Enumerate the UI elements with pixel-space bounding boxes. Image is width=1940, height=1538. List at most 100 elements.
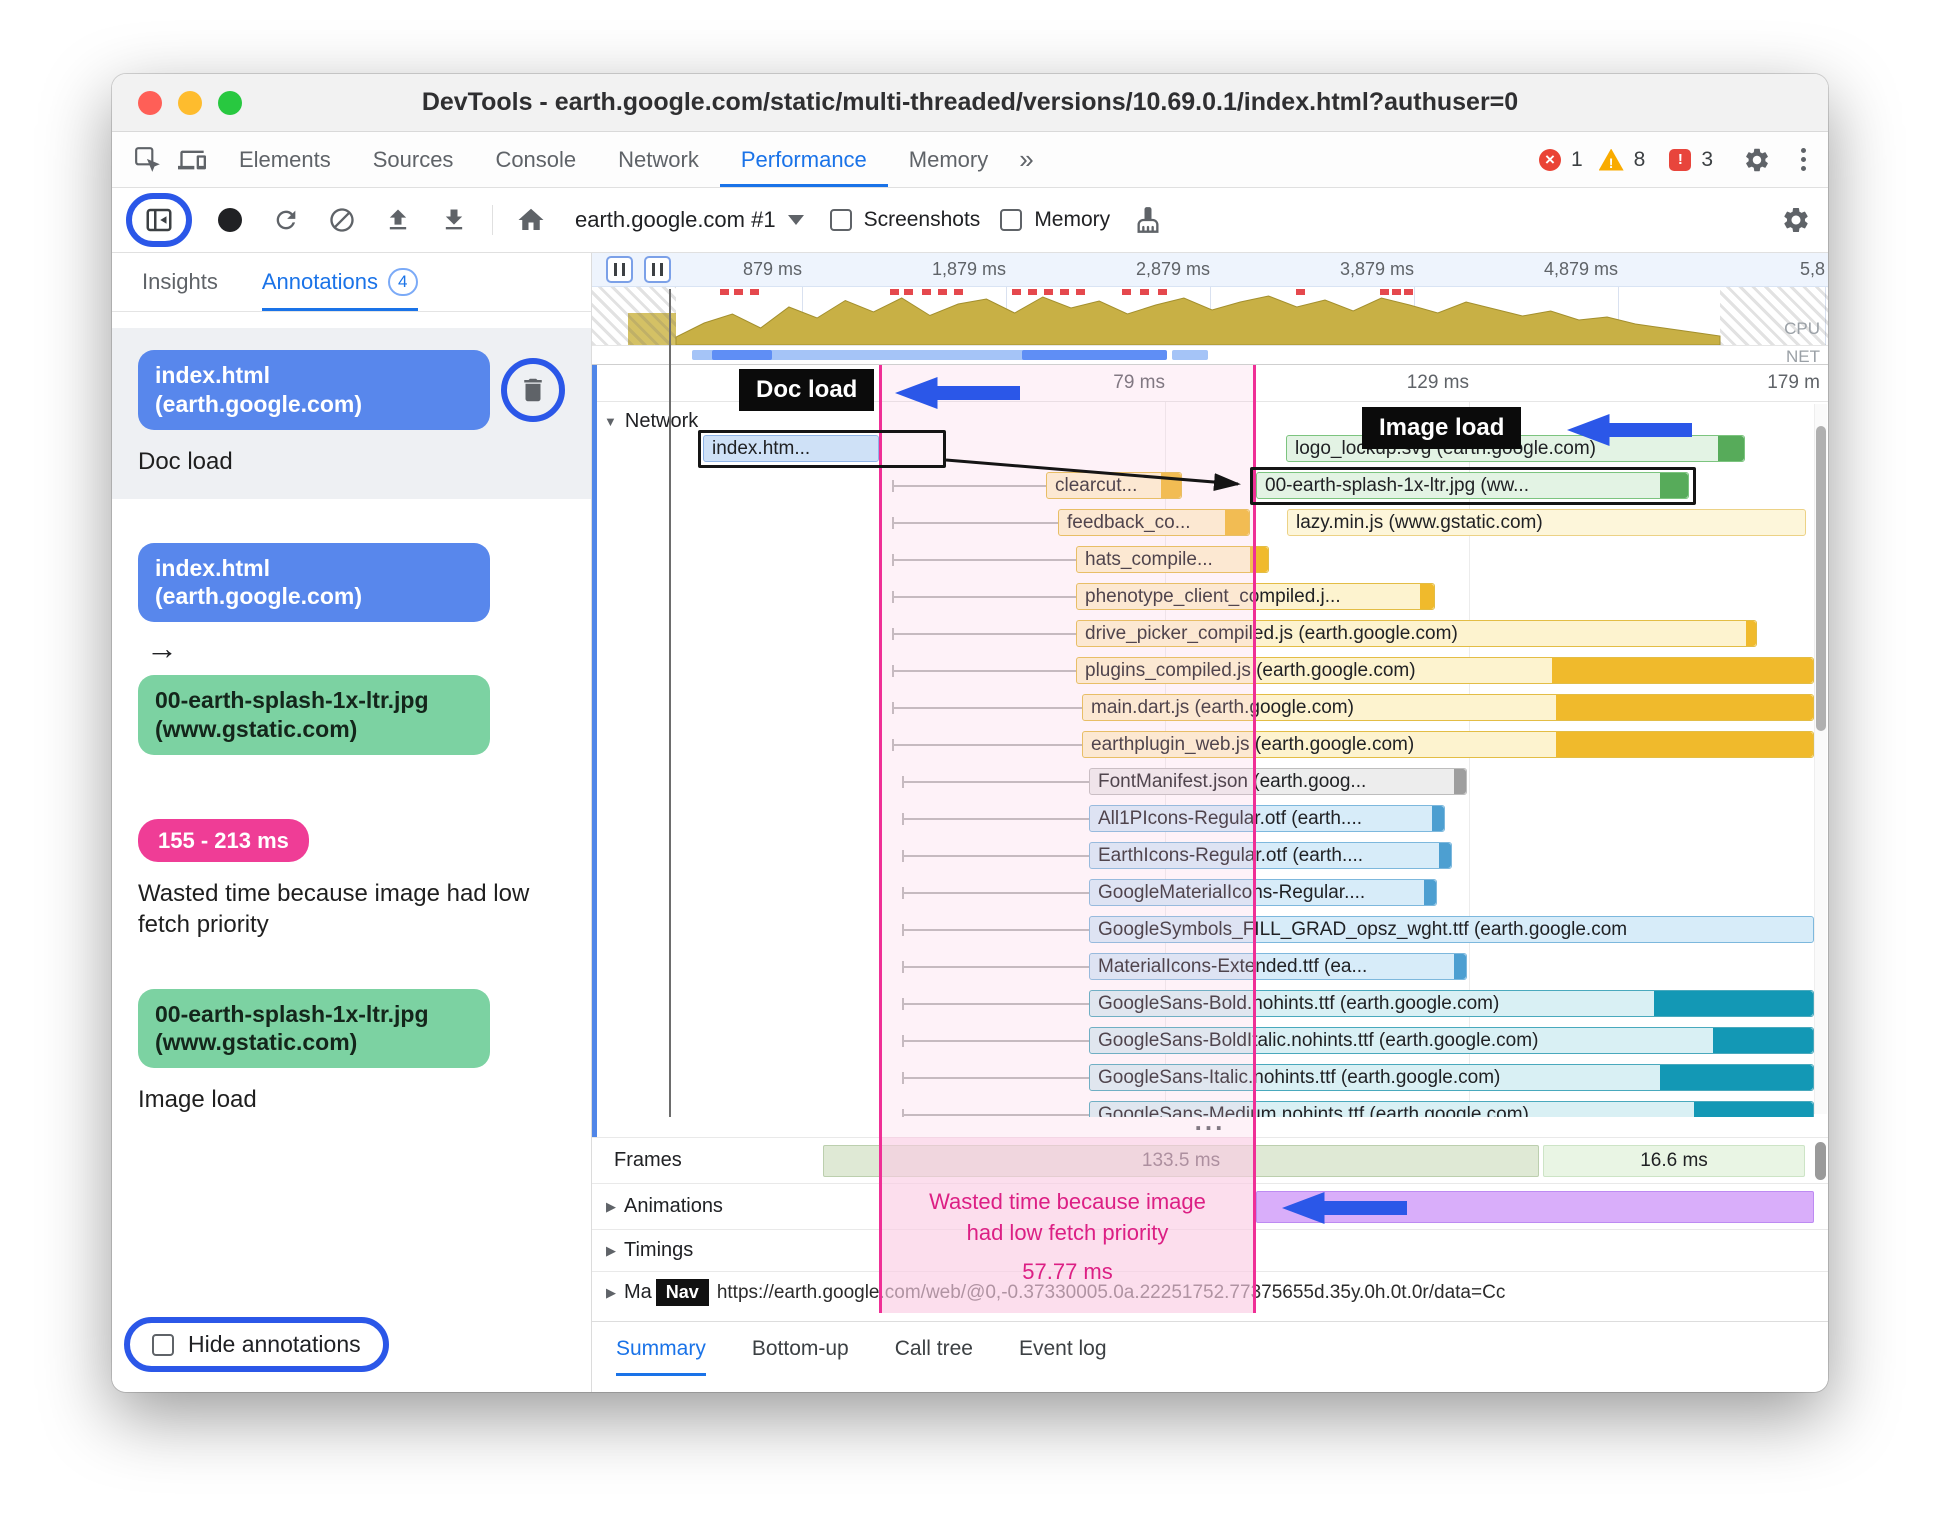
request-active-segment — [1420, 584, 1434, 609]
network-request-bar[interactable]: feedback_co... — [1058, 509, 1250, 536]
tab-performance[interactable]: Performance — [720, 132, 888, 187]
scrollbar-thumb[interactable] — [1816, 426, 1826, 731]
network-request-bar[interactable]: plugins_compiled.js (earth.google.com) — [1076, 657, 1814, 684]
sidebar-tabs: Insights Annotations 4 — [112, 253, 591, 312]
tab-sources[interactable]: Sources — [352, 132, 475, 187]
annotation-entry-time-range[interactable]: 155 - 213 ms Wasted time because image h… — [112, 818, 591, 941]
settings-gear-icon[interactable] — [1743, 146, 1771, 174]
frame-bar[interactable]: 133.5 ms — [823, 1145, 1539, 1177]
annotation-entry-link[interactable]: index.html (earth.google.com) → 00-earth… — [112, 542, 591, 755]
frame-bar[interactable]: 16.6 ms — [1543, 1145, 1805, 1177]
network-request-bar[interactable]: MaterialIcons-Extended.ttf (ea... — [1089, 953, 1467, 980]
timings-track-label: Timings — [624, 1239, 694, 1261]
bottom-tab-summary[interactable]: Summary — [616, 1322, 706, 1376]
annotation-pill-index-html[interactable]: index.html (earth.google.com) — [138, 350, 490, 430]
inspect-element-icon[interactable] — [130, 142, 166, 178]
network-request-bar[interactable]: GoogleSans-Bold.nohints.ttf (earth.googl… — [1089, 990, 1814, 1017]
frames-track-label: Frames — [614, 1149, 682, 1171]
tab-annotations[interactable]: Annotations 4 — [262, 253, 418, 311]
annotation-pill-splash-image[interactable]: 00-earth-splash-1x-ltr.jpg (www.gstatic.… — [138, 675, 490, 755]
record-icon — [218, 208, 242, 232]
request-whisker — [892, 739, 1082, 751]
reload-and-record-button[interactable] — [268, 202, 304, 238]
annotation-entry-doc-load[interactable]: index.html (earth.google.com) Doc load — [112, 328, 591, 499]
device-toolbar-icon[interactable] — [174, 142, 210, 178]
annotation-pill-index-html[interactable]: index.html (earth.google.com) — [138, 542, 490, 623]
hide-annotations-row: Hide annotations — [112, 1317, 591, 1372]
bottom-tab-bottom-up[interactable]: Bottom-up — [752, 1322, 849, 1376]
annotation-pill-splash-image[interactable]: 00-earth-splash-1x-ltr.jpg (www.gstatic.… — [138, 988, 490, 1069]
request-active-segment — [1225, 510, 1249, 535]
network-request-bar[interactable]: All1PIcons-Regular.otf (earth.... — [1089, 805, 1445, 832]
timeline-overview[interactable]: 879 ms 1,879 ms 2,879 ms 3,879 ms 4,879 ms 5,… — [592, 253, 1828, 365]
screenshots-toggle[interactable]: Screenshots — [829, 208, 980, 232]
kebab-menu-icon[interactable] — [1797, 144, 1810, 175]
home-button[interactable] — [513, 202, 549, 238]
network-request-bar[interactable]: main.dart.js (earth.google.com) — [1082, 694, 1814, 721]
capture-settings-gear-icon[interactable] — [1778, 202, 1814, 238]
animations-track[interactable]: ▶ Animations — [592, 1183, 1828, 1229]
network-scrollbar[interactable] — [1814, 404, 1827, 1114]
sidebar-toggle-button[interactable] — [141, 202, 177, 238]
doc-load-annotation-badge[interactable]: Doc load — [739, 369, 875, 411]
hide-annotations-checkbox[interactable] — [152, 1333, 174, 1356]
request-whisker — [892, 480, 1046, 492]
tutorial-highlight-hide-annotations: Hide annotations — [124, 1317, 389, 1372]
network-request-bar[interactable]: EarthIcons-Regular.otf (earth.... — [1089, 842, 1452, 869]
memory-checkbox[interactable] — [1000, 209, 1023, 231]
network-request-bar[interactable]: phenotype_client_compiled.j... — [1076, 583, 1435, 610]
request-label: GoogleSans-BoldItalic.nohints.ttf (earth… — [1098, 1029, 1539, 1051]
network-request-bar[interactable]: GoogleSymbols_FILL_GRAD_opsz_wght.ttf (e… — [1089, 916, 1814, 943]
timings-track[interactable]: ▶ Timings — [592, 1229, 1828, 1271]
error-icon[interactable] — [1538, 148, 1561, 171]
collect-garbage-icon[interactable] — [1130, 202, 1166, 238]
record-button[interactable] — [212, 202, 248, 238]
request-label: GoogleSans-Bold.nohints.ttf (earth.googl… — [1098, 992, 1500, 1014]
issues-icon[interactable] — [1669, 148, 1692, 171]
annotation-label: Doc load — [138, 447, 233, 475]
tab-console[interactable]: Console — [474, 132, 597, 187]
image-load-annotation-badge[interactable]: Image load — [1362, 407, 1522, 449]
network-request-bar[interactable]: clearcut... — [1046, 472, 1182, 499]
network-request-bar[interactable]: hats_compile... — [1076, 546, 1269, 573]
delete-annotation-button[interactable] — [518, 375, 548, 405]
more-tabs-icon[interactable]: » — [1019, 144, 1033, 175]
network-request-bar[interactable]: drive_picker_compiled.js (earth.google.c… — [1076, 620, 1757, 647]
tab-elements[interactable]: Elements — [218, 132, 352, 187]
tab-insights[interactable]: Insights — [142, 253, 218, 311]
overview-window-handle-right[interactable] — [644, 256, 671, 283]
frame-duration: 16.6 ms — [1640, 1150, 1708, 1171]
bottom-tab-event-log[interactable]: Event log — [1019, 1322, 1107, 1376]
target-selector[interactable]: earth.google.com #1 — [569, 207, 810, 233]
clear-button[interactable] — [324, 202, 360, 238]
network-track-header[interactable]: ▼ Network — [604, 410, 698, 433]
frames-track[interactable]: Frames 133.5 ms 16.6 ms — [592, 1137, 1828, 1183]
network-request-bar[interactable]: earthplugin_web.js (earth.google.com) — [1082, 731, 1814, 758]
network-request-bar[interactable]: GoogleSans-BoldItalic.nohints.ttf (earth… — [1089, 1027, 1814, 1054]
warning-icon[interactable] — [1598, 148, 1624, 171]
network-pane: ▼ Network index.htm...logo_lockup.svg (e… — [592, 402, 1828, 1117]
overview-tick-label: 2,879 ms — [1135, 259, 1210, 279]
save-profile-button[interactable] — [436, 202, 472, 238]
network-request-bar[interactable]: GoogleSans-Medium.nohints.ttf (earth.goo… — [1089, 1101, 1814, 1117]
load-profile-button[interactable] — [380, 202, 416, 238]
memory-toggle[interactable]: Memory — [1000, 208, 1110, 232]
request-whisker — [902, 998, 1089, 1010]
main-thread-track[interactable]: ▶ Ma Nav https://earth.google.com/web/@0… — [592, 1271, 1828, 1313]
network-request-bar[interactable]: lazy.min.js (www.gstatic.com) — [1287, 509, 1806, 536]
tab-memory[interactable]: Memory — [888, 132, 1009, 187]
annotation-label: Wasted time because image had low fetch … — [138, 880, 530, 939]
more-requests-indicator[interactable]: ... — [592, 1108, 1828, 1137]
network-request-bar[interactable]: GoogleSans-Italic.nohints.ttf (earth.goo… — [1089, 1064, 1814, 1091]
tab-network[interactable]: Network — [597, 132, 720, 187]
network-request-bar[interactable]: GoogleMaterialIcons-Regular.... — [1089, 879, 1437, 906]
overview-window-handle-left[interactable] — [606, 256, 633, 283]
screenshots-checkbox[interactable] — [829, 209, 852, 231]
cpu-activity-marker — [1392, 289, 1401, 295]
annotation-entry-image-load[interactable]: 00-earth-splash-1x-ltr.jpg (www.gstatic.… — [112, 988, 591, 1116]
request-whisker — [902, 961, 1089, 973]
network-request-bar[interactable]: FontManifest.json (earth.goog... — [1089, 768, 1467, 795]
time-range-pill[interactable]: 155 - 213 ms — [138, 818, 309, 863]
scrollbar-thumb[interactable] — [1815, 1142, 1826, 1180]
bottom-tab-call-tree[interactable]: Call tree — [895, 1322, 973, 1376]
